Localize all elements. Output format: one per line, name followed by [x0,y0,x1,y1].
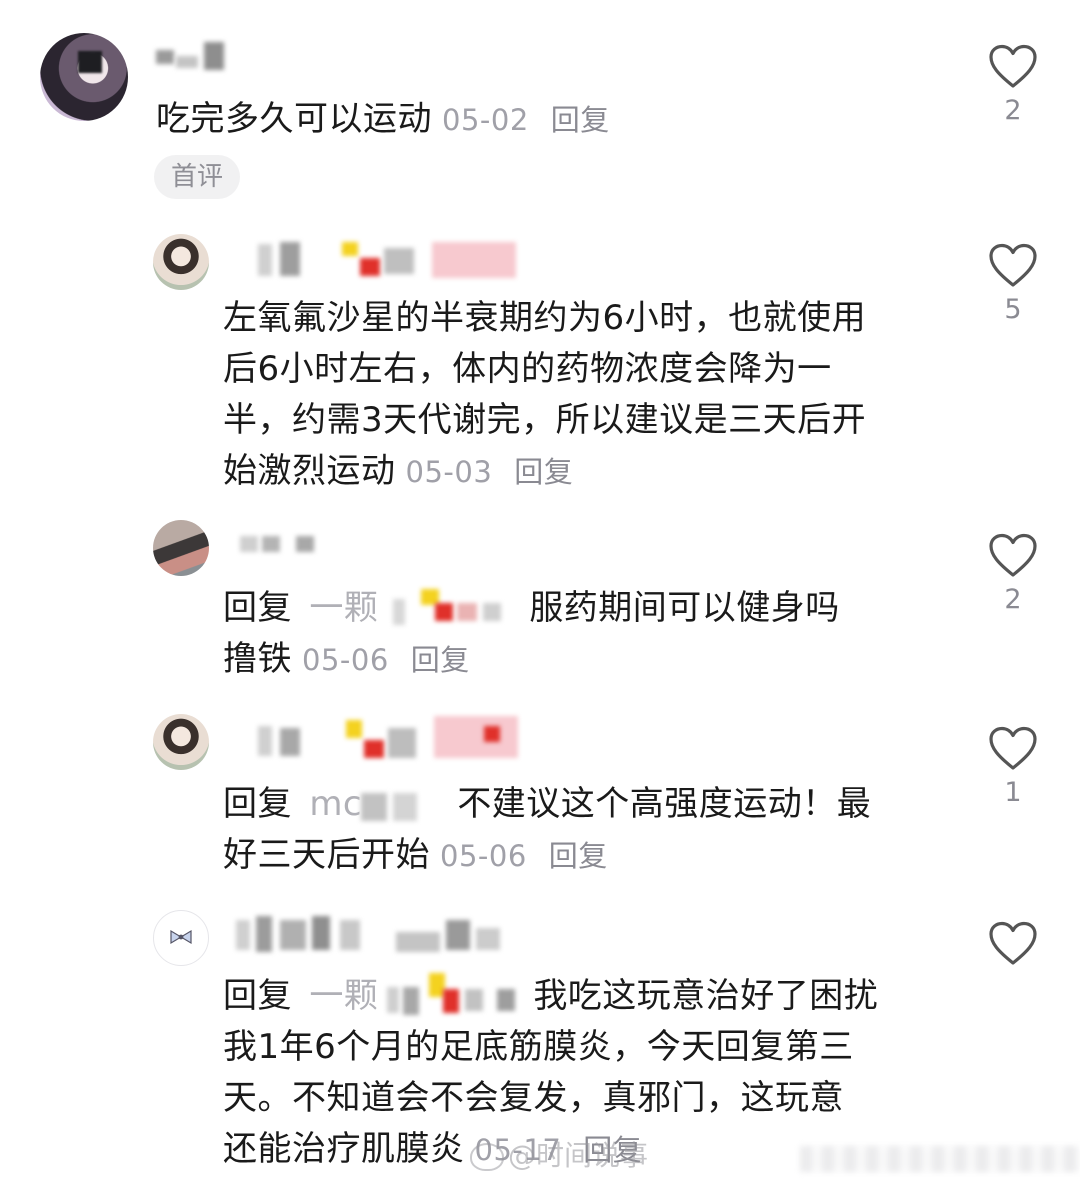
comment-body: 不建议这个高强度运动！最 [457,784,872,824]
comment-date: 05-03 [405,455,493,489]
username-blurred[interactable] [156,36,236,80]
reply-button[interactable]: 回复 [551,103,610,137]
comment-line: 后6小时左右，体内的药物浓度会降为一 [223,349,832,389]
like-count: 5 [1004,294,1022,325]
like-button[interactable]: 5 [983,243,1043,327]
avatar[interactable] [153,910,209,966]
reply-button[interactable]: 回复 [514,455,573,489]
like-button[interactable]: 1 [983,726,1043,810]
username-blurred[interactable] [258,716,528,760]
reply-prefix: 回复 [223,784,292,824]
like-count: 2 [1004,584,1022,615]
heart-icon [989,726,1037,770]
avatar[interactable] [153,520,209,576]
like-count: 1 [1004,777,1022,808]
username-blurred[interactable] [258,236,528,280]
like-button[interactable]: 2 [983,533,1043,617]
comment-body: 撸铁 [223,639,292,679]
comment-body: 好三天后开始 [223,835,430,875]
watermark: @时间说事 [470,1134,648,1174]
comment-line: 左氧氟沙星的半衰期约为6小时，也就使用 [223,298,867,338]
heart-icon [989,44,1037,88]
like-button[interactable] [983,921,1043,971]
reply-target-user[interactable]: mc [309,779,437,830]
reply-target-name: mc [309,784,363,824]
comment-date: 05-06 [302,643,389,677]
like-count: 2 [1004,95,1022,126]
comment-text: 左氧氟沙星的半衰期约为6小时，也就使用 后6小时左右，体内的药物浓度会降为一 半… [223,293,866,498]
comment-text: 吃完多久可以运动 05-02 回复 [156,94,610,146]
bottom-edge-blur [800,1146,1080,1172]
weibo-icon [470,1143,504,1171]
comment-body: 服药期间可以健身吗 [529,588,840,628]
comment-line: 始激烈运动 [223,451,396,491]
comment-body: 吃完多久可以运动 [156,99,432,139]
reply-button[interactable]: 回复 [549,839,608,873]
comment-date: 05-02 [442,103,529,137]
watermark-text: @时间说事 [508,1139,649,1172]
comment-line: 我1年6个月的足底筋膜炎，今天回复第三 [223,1027,854,1067]
avatar[interactable] [153,714,209,770]
comment-body: 我吃这玩意治好了困扰 [533,976,879,1016]
avatar[interactable] [153,234,209,290]
comment-text: 回复 mc 不建议这个高强度运动！最 好三天后开始 05-06 回复 [223,779,871,882]
reply-prefix: 回复 [223,976,292,1016]
username-blurred[interactable] [236,912,506,956]
reply-button[interactable]: 回复 [411,643,470,677]
like-button[interactable]: 2 [983,44,1043,128]
heart-icon [989,243,1037,287]
heart-icon [989,921,1037,965]
heart-icon [989,533,1037,577]
reply-target-user[interactable]: 一颗 [309,583,529,634]
reply-target-name: 一颗 [309,976,379,1016]
reply-target-name: 一颗 [309,588,379,628]
comment-line: 天。不知道会不会复发，真邪门，这玩意 [223,1078,844,1118]
comment-line: 半，约需3天代谢完，所以建议是三天后开 [223,400,867,440]
reply-target-user[interactable]: 一颗 [309,971,533,1022]
avatar[interactable] [40,33,128,121]
username-blurred[interactable] [240,522,330,566]
comment-date: 05-06 [440,839,527,873]
first-comment-badge: 首评 [154,155,240,199]
bow-icon [169,929,193,945]
reply-prefix: 回复 [223,588,292,628]
comment-line: 还能治疗肌膜炎 [223,1129,465,1169]
comment-text: 回复 一颗 服药期间可以健身吗 撸铁 05-06 回复 [223,583,840,686]
